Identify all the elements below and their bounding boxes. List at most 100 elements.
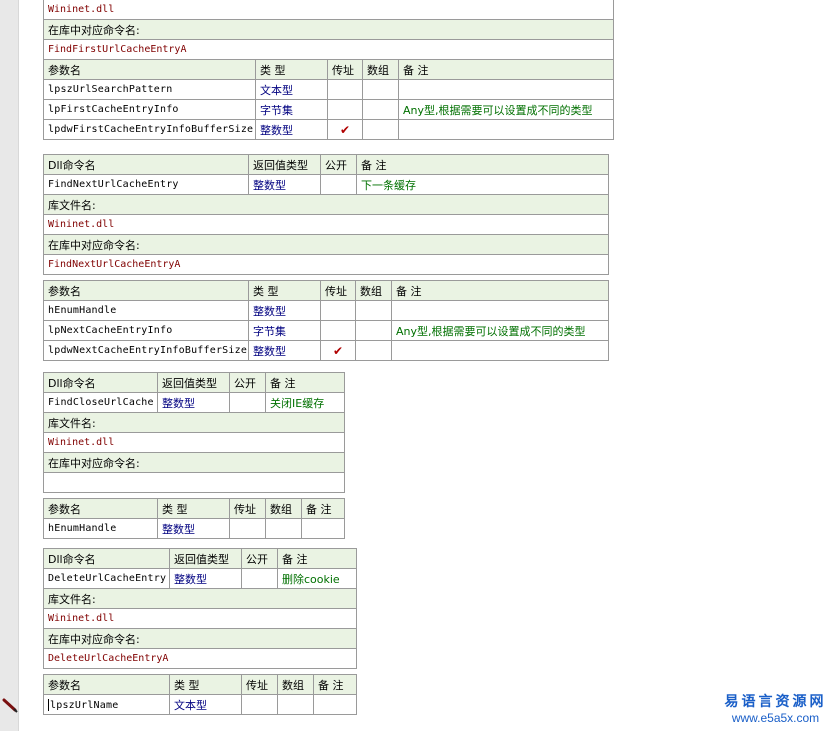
remark-value[interactable]: 删除cookie: [277, 568, 357, 589]
param-name[interactable]: lpszUrlSearchPattern: [43, 79, 256, 100]
type-header: 类 型: [157, 498, 230, 519]
dll-command-table-1: Wininet.dll 在库中对应命令名: FindFirstUrlCacheE…: [43, 0, 614, 140]
array-header: 数组: [355, 280, 392, 301]
dll-cmd-name[interactable]: FindNextUrlCacheEntry: [43, 174, 249, 195]
public-header: 公开: [229, 372, 266, 393]
param-type[interactable]: 整数型: [157, 518, 230, 539]
lib-cmd-value[interactable]: DeleteUrlCacheEntryA: [43, 648, 357, 669]
param-name[interactable]: lpdwNextCacheEntryInfoBufferSize: [43, 340, 249, 361]
lib-cmd-value[interactable]: FindFirstUrlCacheEntryA: [43, 39, 614, 60]
param-remark[interactable]: [313, 694, 357, 715]
param-type[interactable]: 字节集: [255, 99, 328, 120]
param-table-4: 参数名 类 型 传址 数组 备 注 lpszUrlName 文本型: [43, 674, 357, 715]
watermark: 易语言资源网 www.e5a5x.com: [718, 694, 833, 725]
lib-file-label: 库文件名:: [43, 588, 357, 609]
param-remark[interactable]: [398, 119, 614, 140]
table-row[interactable]: lpdwNextCacheEntryInfoBufferSize 整数型 ✔: [43, 340, 609, 361]
dll-cmd-name[interactable]: DeleteUrlCacheEntry: [43, 568, 170, 589]
param-remark[interactable]: Any型,根据需要可以设置成不同的类型: [398, 99, 614, 120]
param-name[interactable]: hEnumHandle: [43, 300, 249, 321]
param-byref[interactable]: [327, 79, 363, 100]
ret-type-value[interactable]: 整数型: [157, 392, 230, 413]
lib-file-value[interactable]: Wininet.dll: [43, 214, 609, 235]
param-array[interactable]: [362, 119, 399, 140]
dll-command-header-4: Dll命令名 返回值类型 公开 备 注 DeleteUrlCacheEntry …: [43, 548, 357, 669]
param-name[interactable]: lpszUrlName: [50, 700, 118, 711]
param-type[interactable]: 文本型: [255, 79, 328, 100]
param-remark[interactable]: [391, 340, 609, 361]
param-table-3: 参数名 类 型 传址 数组 备 注 hEnumHandle 整数型: [43, 498, 345, 539]
table-row[interactable]: hEnumHandle 整数型: [43, 518, 345, 539]
public-value[interactable]: [241, 568, 278, 589]
table-row[interactable]: lpNextCacheEntryInfo 字节集 Any型,根据需要可以设置成不…: [43, 320, 609, 341]
table-row[interactable]: lpszUrlName 文本型: [43, 694, 357, 715]
remark-header: 备 注: [391, 280, 609, 301]
dll-cmd-name[interactable]: FindCloseUrlCache: [43, 392, 158, 413]
lib-cmd-label: 在库中对应命令名:: [43, 628, 357, 649]
param-array[interactable]: [362, 99, 399, 120]
pencil-icon: [2, 698, 18, 713]
lib-cmd-label: 在库中对应命令名:: [43, 234, 609, 255]
ret-type-value[interactable]: 整数型: [169, 568, 242, 589]
array-header: 数组: [362, 59, 399, 80]
param-array[interactable]: [355, 340, 392, 361]
lib-cmd-value[interactable]: FindNextUrlCacheEntryA: [43, 254, 609, 275]
lib-cmd-label: 在库中对应命令名:: [43, 452, 345, 473]
param-type[interactable]: 整数型: [248, 300, 321, 321]
public-value[interactable]: [320, 174, 357, 195]
param-remark[interactable]: [391, 300, 609, 321]
table-row[interactable]: hEnumHandle 整数型: [43, 300, 609, 321]
param-remark[interactable]: Any型,根据需要可以设置成不同的类型: [391, 320, 609, 341]
type-header: 类 型: [255, 59, 328, 80]
watermark-title: 易语言资源网: [724, 694, 827, 710]
remark-header: 备 注: [356, 154, 609, 175]
param-name-cell[interactable]: lpszUrlName: [43, 694, 170, 715]
param-name-header: 参数名: [43, 280, 249, 301]
remark-header: 备 注: [277, 548, 357, 569]
remark-value[interactable]: 关闭IE缓存: [265, 392, 345, 413]
param-byref[interactable]: [320, 300, 356, 321]
dll-cmd-header: Dll命令名: [43, 548, 170, 569]
param-byref[interactable]: [229, 518, 266, 539]
ret-type-value[interactable]: 整数型: [248, 174, 321, 195]
param-name[interactable]: lpFirstCacheEntryInfo: [43, 99, 256, 120]
lib-file-label: 库文件名:: [43, 194, 609, 215]
param-byref[interactable]: [327, 99, 363, 120]
check-icon[interactable]: ✔: [320, 340, 356, 361]
param-array[interactable]: [265, 518, 302, 539]
param-name[interactable]: hEnumHandle: [43, 518, 158, 539]
public-header: 公开: [320, 154, 357, 175]
remark-value[interactable]: 下一条缓存: [356, 174, 609, 195]
param-array[interactable]: [277, 694, 314, 715]
lib-file-value[interactable]: Wininet.dll: [43, 432, 345, 453]
text-cursor: [48, 698, 49, 711]
param-remark[interactable]: [398, 79, 614, 100]
lib-cmd-value[interactable]: [43, 472, 345, 493]
table-row[interactable]: lpFirstCacheEntryInfo 字节集 Any型,根据需要可以设置成…: [43, 99, 614, 120]
param-byref[interactable]: [241, 694, 278, 715]
param-byref[interactable]: [320, 320, 356, 341]
lib-file-value[interactable]: Wininet.dll: [43, 608, 357, 629]
param-name[interactable]: lpNextCacheEntryInfo: [43, 320, 249, 341]
param-type[interactable]: 整数型: [248, 340, 321, 361]
table-row[interactable]: lpszUrlSearchPattern 文本型: [43, 79, 614, 100]
ret-type-header: 返回值类型: [169, 548, 242, 569]
param-array[interactable]: [362, 79, 399, 100]
array-header: 数组: [265, 498, 302, 519]
table-row[interactable]: lpdwFirstCacheEntryInfoBufferSize 整数型 ✔: [43, 119, 614, 140]
byref-header: 传址: [229, 498, 266, 519]
remark-header: 备 注: [265, 372, 345, 393]
param-type[interactable]: 整数型: [255, 119, 328, 140]
byref-header: 传址: [327, 59, 363, 80]
lib-file-value[interactable]: Wininet.dll: [43, 0, 614, 20]
param-name[interactable]: lpdwFirstCacheEntryInfoBufferSize: [43, 119, 256, 140]
public-value[interactable]: [229, 392, 266, 413]
param-array[interactable]: [355, 320, 392, 341]
byref-header: 传址: [320, 280, 356, 301]
param-type[interactable]: 字节集: [248, 320, 321, 341]
dll-command-header-3: Dll命令名 返回值类型 公开 备 注 FindCloseUrlCache 整数…: [43, 372, 345, 493]
check-icon[interactable]: ✔: [327, 119, 363, 140]
param-remark[interactable]: [301, 518, 345, 539]
param-array[interactable]: [355, 300, 392, 321]
param-type[interactable]: 文本型: [169, 694, 242, 715]
